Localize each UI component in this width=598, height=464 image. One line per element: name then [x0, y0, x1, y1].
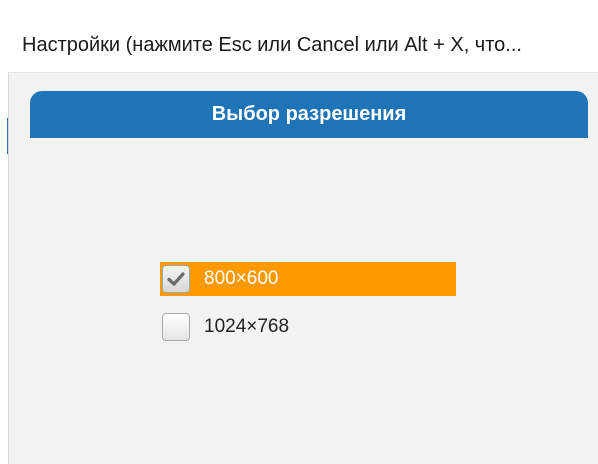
checkbox-1024x768[interactable]	[162, 313, 190, 341]
check-icon	[167, 272, 185, 286]
settings-window: Настройки (нажмите Esc или Cancel или Al…	[0, 0, 598, 464]
title-bar: Настройки (нажмите Esc или Cancel или Al…	[0, 0, 598, 72]
checkbox-800x600[interactable]	[162, 265, 190, 293]
panel-header: Выбор разрешения	[30, 91, 588, 138]
panel-header-title: Выбор разрешения	[211, 103, 407, 125]
option-label-800x600: 800×600	[204, 268, 279, 289]
window-title: Настройки (нажмите Esc или Cancel или Al…	[22, 34, 522, 56]
option-label-1024x768: 1024×768	[204, 316, 290, 337]
resolution-option-1024x768[interactable]: 1024×768	[160, 310, 289, 344]
resolution-option-800x600[interactable]: 800×600	[160, 262, 456, 296]
